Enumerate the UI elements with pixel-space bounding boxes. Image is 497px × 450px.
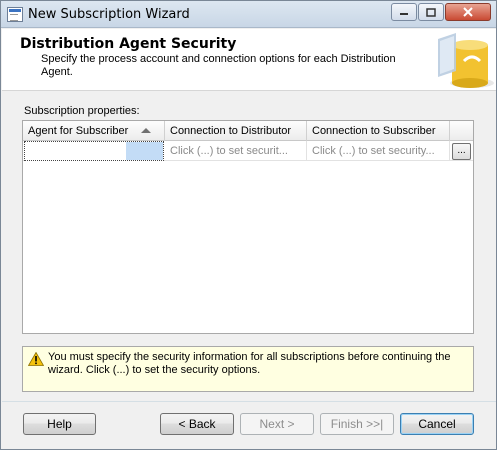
cancel-button[interactable]: Cancel [400, 413, 474, 435]
set-security-button[interactable]: ... [452, 143, 471, 160]
agent-cell[interactable] [24, 141, 164, 161]
app-icon [7, 7, 23, 22]
page-title: Distribution Agent Security [20, 36, 237, 52]
cell-selection [126, 142, 163, 160]
footer-divider [2, 401, 496, 402]
warning-message: You must specify the security informatio… [48, 351, 451, 376]
finish-button[interactable]: Finish >>| [320, 413, 394, 435]
distributor-connection-cell[interactable]: Click (...) to set securit... [165, 141, 307, 161]
wizard-header: Distribution Agent Security Specify the … [2, 29, 496, 91]
column-header-subscriber[interactable]: Connection to Subscriber [307, 121, 450, 141]
database-icon [438, 33, 494, 88]
next-button[interactable]: Next > [240, 413, 314, 435]
sort-ascending-icon [141, 128, 151, 133]
subscription-properties-grid[interactable]: Agent for Subscriber Connection to Distr… [22, 120, 474, 334]
help-button[interactable]: Help [23, 413, 96, 435]
close-button[interactable] [445, 3, 491, 21]
column-header-agent[interactable]: Agent for Subscriber [23, 121, 165, 141]
column-header-label: Connection to Subscriber [312, 125, 436, 137]
warning-panel: You must specify the security informatio… [22, 346, 474, 392]
column-header-label: Agent for Subscriber [28, 125, 129, 137]
maximize-button[interactable] [418, 3, 444, 21]
wizard-window: New Subscription Wizard Distribution Age… [0, 0, 497, 450]
warning-icon [28, 352, 44, 366]
subscriber-connection-cell[interactable]: Click (...) to set security... [307, 141, 450, 161]
back-button[interactable]: < Back [160, 413, 234, 435]
grid-header: Agent for Subscriber Connection to Distr… [23, 121, 473, 141]
table-row[interactable]: Click (...) to set securit... Click (...… [23, 141, 473, 161]
column-header-label: Connection to Distributor [170, 125, 292, 137]
minimize-icon [400, 13, 408, 15]
window-title: New Subscription Wizard [28, 7, 190, 22]
maximize-icon [426, 7, 436, 17]
title-bar[interactable]: New Subscription Wizard [1, 1, 496, 28]
subscription-properties-label: Subscription properties: [24, 105, 140, 117]
column-header-distributor[interactable]: Connection to Distributor [165, 121, 307, 141]
minimize-button[interactable] [391, 3, 417, 21]
close-icon [463, 7, 473, 17]
page-subtitle: Specify the process account and connecti… [41, 53, 396, 78]
